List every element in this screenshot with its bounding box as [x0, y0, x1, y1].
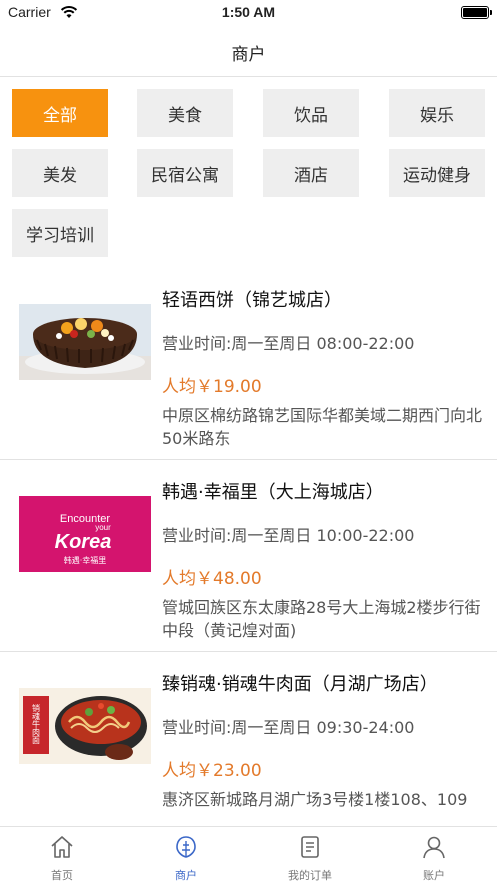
clock: 1:50 AM — [221, 4, 276, 20]
store-item[interactable]: Encounter your Korea 韩遇·幸福里 韩遇·幸福里（大上海城店… — [0, 460, 497, 652]
category-drinks[interactable]: 饮品 — [263, 89, 359, 137]
store-name: 臻销魂·销魂牛肉面（月湖广场店） — [162, 674, 438, 695]
logo-text-korea: Korea — [55, 531, 112, 553]
store-hours: 营业时间:周一至周日 10:00-22:00 — [162, 526, 415, 545]
store-address: 中原区棉纺路锦艺国际华都美域二期西门向北50米路东 — [162, 406, 483, 448]
store-address: 管城回族区东太康路28号大上海城2楼步行街中段（黄记煌对面) — [162, 598, 481, 640]
category-fitness[interactable]: 运动健身 — [389, 149, 485, 197]
tab-home[interactable]: 首页 — [0, 827, 124, 883]
orders-icon — [301, 836, 319, 858]
store-item[interactable]: 轻语西饼（锦艺城店） 营业时间:周一至周日 08:00-22:00 人均￥19.… — [0, 268, 497, 460]
merchant-icon — [176, 836, 196, 858]
tab-orders-label: 我的订单 — [288, 869, 332, 882]
store-price: 人均￥23.00 — [162, 761, 262, 781]
category-hair[interactable]: 美发 — [12, 149, 108, 197]
store-name: 轻语西饼（锦艺城店） — [162, 290, 342, 311]
store-hours: 营业时间:周一至周日 09:30-24:00 — [162, 718, 415, 737]
store-image: Encounter your Korea 韩遇·幸福里 — [19, 496, 151, 572]
account-icon — [423, 836, 445, 859]
store-hours: 营业时间:周一至周日 08:00-22:00 — [162, 334, 415, 353]
store-address: 惠济区新城路月湖广场3号楼1楼108、109 — [162, 790, 468, 809]
category-entertainment[interactable]: 娱乐 — [389, 89, 485, 137]
noodle-banner-text: 销魂牛肉面 — [32, 703, 41, 745]
store-price: 人均￥19.00 — [162, 377, 262, 397]
home-icon — [51, 836, 73, 858]
category-homestay[interactable]: 民宿公寓 — [137, 149, 233, 197]
logo-text-brand: 韩遇·幸福里 — [64, 555, 107, 565]
tab-merchant[interactable]: 商户 — [124, 827, 248, 883]
tab-home-label: 首页 — [51, 869, 73, 882]
tab-orders[interactable]: 我的订单 — [248, 827, 372, 883]
status-bar: Carrier 1:50 AM — [0, 0, 497, 26]
store-price: 人均￥48.00 — [162, 569, 262, 589]
store-image — [19, 304, 151, 380]
page-title: 商户 — [231, 45, 266, 65]
tab-bar: 首页 商户 我的订单 账户 — [0, 826, 497, 883]
category-hotel[interactable]: 酒店 — [263, 149, 359, 197]
category-all[interactable]: 全部 — [12, 89, 108, 137]
tab-account[interactable]: 账户 — [372, 827, 496, 883]
tab-account-label: 账户 — [423, 869, 445, 882]
category-education[interactable]: 学习培训 — [12, 209, 108, 257]
store-image: 销魂牛肉面 — [19, 688, 151, 764]
nav-bar: 商户 — [0, 26, 497, 77]
battery-icon — [461, 6, 492, 19]
store-item[interactable]: 销魂牛肉面 臻销魂·销魂牛肉面（月湖广场店） 营业时间:周一至周日 09:30-… — [0, 652, 497, 844]
category-food[interactable]: 美食 — [137, 89, 233, 137]
tab-merchant-label: 商户 — [175, 869, 197, 882]
store-name: 韩遇·幸福里（大上海城店） — [162, 482, 384, 503]
